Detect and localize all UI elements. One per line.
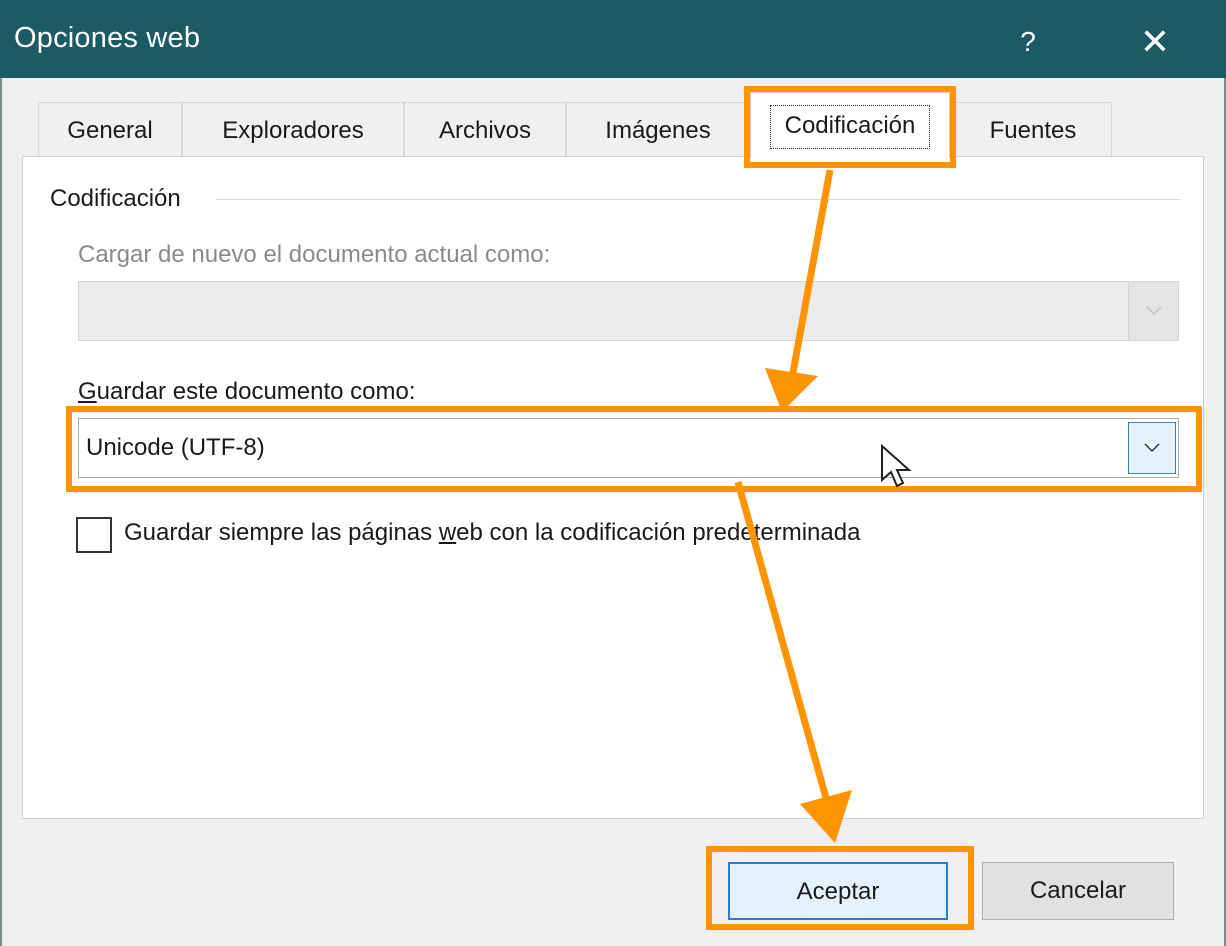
arrow-head-to-ok: [800, 790, 852, 843]
arrow-head-to-select: [765, 368, 818, 412]
arrow-to-select: [788, 169, 834, 379]
mouse-pointer-icon: [881, 444, 912, 488]
annotation-arrows: [734, 169, 852, 843]
arrow-to-ok: [734, 481, 830, 799]
